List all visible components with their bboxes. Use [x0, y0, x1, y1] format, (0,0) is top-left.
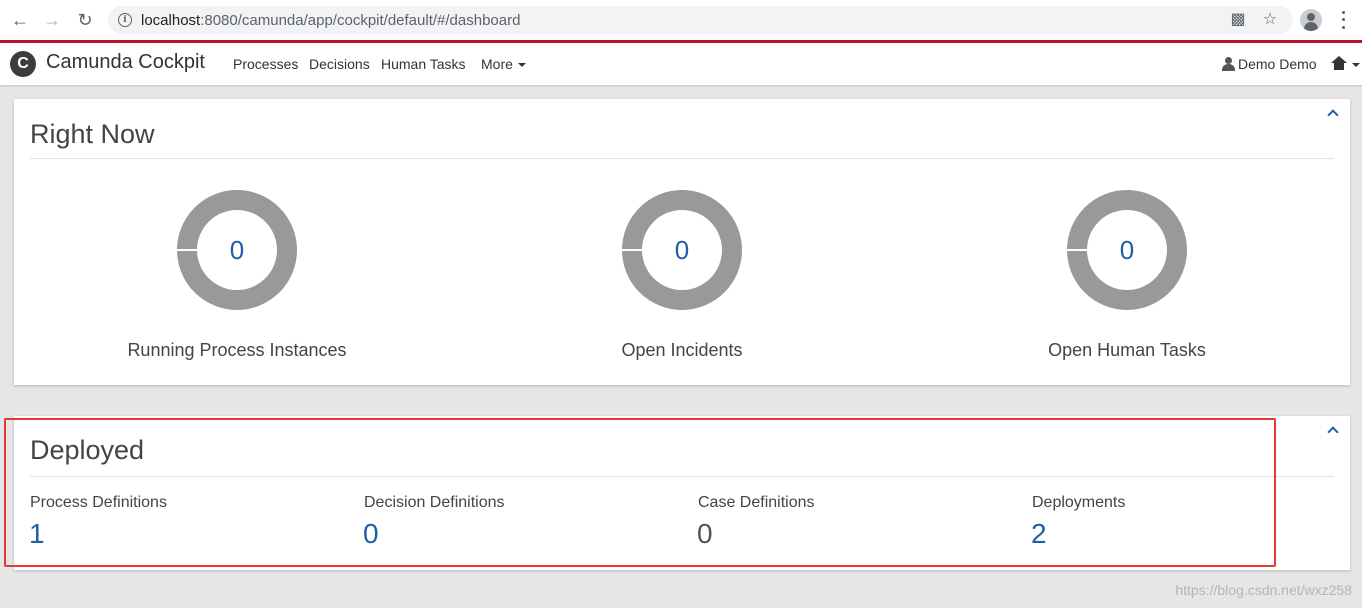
address-bar[interactable]: i localhost:8080/camunda/app/cockpit/def… — [108, 6, 1293, 34]
user-menu[interactable]: Demo Demo — [1222, 56, 1317, 72]
case-definitions-label: Case Definitions — [698, 494, 815, 511]
open-incidents-label[interactable]: Open Incidents — [621, 340, 742, 361]
deployments-value[interactable]: 2 — [1031, 518, 1047, 550]
address-url[interactable]: localhost:8080/camunda/app/cockpit/defau… — [141, 12, 520, 29]
browser-toolbar: ← → ↻ i localhost:8080/camunda/app/cockp… — [0, 0, 1362, 40]
user-icon — [1222, 57, 1235, 71]
caret-down-icon — [517, 63, 526, 68]
deployments-label[interactable]: Deployments — [1032, 494, 1125, 512]
user-name: Demo Demo — [1238, 56, 1317, 72]
browser-menu-icon[interactable] — [1335, 9, 1351, 31]
back-arrow-icon[interactable]: ← — [8, 8, 32, 32]
home-menu[interactable] — [1331, 56, 1360, 72]
reload-icon[interactable]: ↻ — [73, 8, 97, 32]
open-human-tasks-donut[interactable]: 0 — [1067, 190, 1187, 310]
running-instances-label[interactable]: Running Process Instances — [127, 340, 346, 361]
running-instances-value[interactable]: 0 — [177, 190, 297, 310]
nav-processes[interactable]: Processes — [233, 56, 298, 72]
bookmark-star-icon[interactable]: ☆ — [1260, 10, 1280, 30]
home-icon — [1331, 56, 1347, 70]
nav-human-tasks[interactable]: Human Tasks — [381, 56, 466, 72]
process-definitions-value[interactable]: 1 — [29, 518, 45, 550]
right-now-panel: Right Now 0 Running Process Instances 0 … — [14, 99, 1350, 385]
forward-arrow-icon[interactable]: → — [40, 8, 64, 32]
nav-more-label: More — [481, 56, 513, 72]
deployed-panel: Deployed Process Definitions 1 Decision … — [14, 416, 1350, 570]
nav-more[interactable]: More — [481, 56, 526, 72]
site-info-icon[interactable]: i — [118, 13, 132, 27]
decision-definitions-label[interactable]: Decision Definitions — [364, 494, 505, 512]
panel-divider — [30, 476, 1334, 477]
caret-down-icon — [1352, 63, 1360, 68]
translate-icon[interactable]: ▩ — [1228, 10, 1248, 30]
nav-decisions[interactable]: Decisions — [309, 56, 370, 72]
camunda-logo-icon[interactable]: C — [10, 51, 36, 77]
right-now-title: Right Now — [30, 119, 155, 149]
collapse-icon[interactable] — [1327, 425, 1337, 435]
case-definitions-value: 0 — [697, 518, 713, 549]
panel-divider — [30, 158, 1334, 159]
app-header: C Camunda Cockpit Processes Decisions Hu… — [0, 40, 1362, 85]
running-instances-donut[interactable]: 0 — [177, 190, 297, 310]
app-brand[interactable]: Camunda Cockpit — [46, 51, 205, 74]
collapse-icon[interactable] — [1327, 108, 1337, 118]
open-human-tasks-label[interactable]: Open Human Tasks — [1048, 340, 1206, 361]
deployed-title: Deployed — [30, 435, 145, 465]
open-human-tasks-value[interactable]: 0 — [1067, 190, 1187, 310]
decision-definitions-value[interactable]: 0 — [363, 518, 379, 550]
process-definitions-label[interactable]: Process Definitions — [30, 494, 167, 512]
profile-avatar-icon[interactable] — [1300, 9, 1322, 31]
open-incidents-donut[interactable]: 0 — [622, 190, 742, 310]
open-incidents-value[interactable]: 0 — [622, 190, 742, 310]
watermark: https://blog.csdn.net/wxz258 — [1175, 582, 1352, 598]
